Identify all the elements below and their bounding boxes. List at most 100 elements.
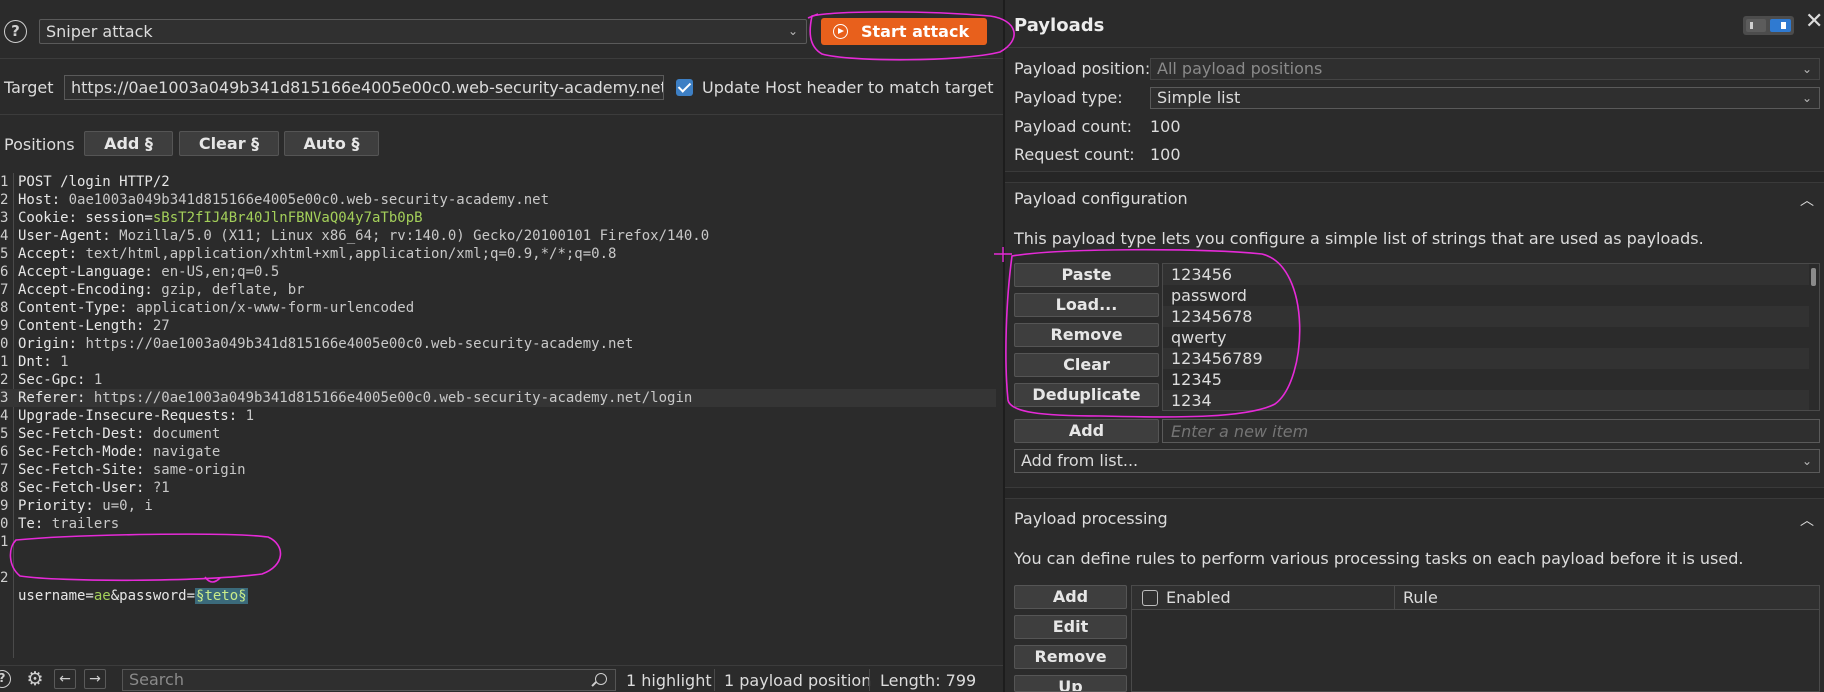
help-icon[interactable]: ? xyxy=(4,20,27,43)
payload-position-marker[interactable]: §teto§ xyxy=(195,588,248,604)
request-line[interactable]: 0 Te: trailers xyxy=(0,515,996,533)
auto-marker-button[interactable]: Auto § xyxy=(284,131,379,156)
remove-button[interactable]: Remove xyxy=(1014,323,1159,347)
list-item[interactable]: 123456789 xyxy=(1163,348,1809,369)
update-host-checkbox[interactable] xyxy=(676,79,693,96)
chevron-up-icon[interactable]: ︿ xyxy=(1800,510,1814,530)
list-item[interactable]: password xyxy=(1163,285,1809,306)
request-line[interactable]: 2 Sec-Gpc: 1 xyxy=(0,371,996,389)
request-line[interactable]: 9 Content-Length: 27 xyxy=(0,317,996,335)
layout-horizontal-icon[interactable] xyxy=(1746,19,1766,32)
request-line[interactable]: 1 Dnt: 1 xyxy=(0,353,996,371)
attack-type-select[interactable]: Sniper attack ⌄ xyxy=(39,19,807,44)
clear-button[interactable]: Clear xyxy=(1014,353,1159,377)
line-number: 6 xyxy=(0,264,9,280)
request-line[interactable]: 6 Sec-Fetch-Mode: navigate xyxy=(0,443,996,461)
request-line[interactable]: 4 User-Agent: Mozilla/5.0 (X11; Linux x86… xyxy=(0,227,996,245)
request-line[interactable]: 0 Origin: https://0ae1003a049b341d815166e… xyxy=(0,335,996,353)
up-rule-button[interactable]: Up xyxy=(1014,675,1127,692)
request-line[interactable]: 7 Accept-Encoding: gzip, deflate, br xyxy=(0,281,996,299)
line-number: 5 xyxy=(0,426,9,442)
request-editor[interactable]: 1 POST /login HTTP/2 2 Host: 0ae1003a049b34… xyxy=(0,173,996,658)
request-line[interactable]: 3 Cookie: session=sBsT2fIJ4Br40JlnFBNVaQ0… xyxy=(0,209,996,227)
cookie-value: sBsT2fIJ4Br40JlnFBNVaQ04y7aTb0pB xyxy=(152,210,423,226)
request-line[interactable]: 9 Priority: u=0, i xyxy=(0,497,996,515)
request-line[interactable]: 6 Accept-Language: en-US,en;q=0.5 xyxy=(0,263,996,281)
new-item-input[interactable] xyxy=(1162,419,1820,443)
help-icon[interactable]: ? xyxy=(0,670,11,688)
line-number: 9 xyxy=(0,318,9,334)
start-attack-label: Start attack xyxy=(861,22,970,41)
request-line[interactable]: 3 Referer: https://0ae1003a049b341d815166… xyxy=(0,389,996,407)
list-item[interactable]: qwerty xyxy=(1163,327,1809,348)
request-line[interactable]: 1 POST /login HTTP/2 xyxy=(0,173,996,191)
payload-position-label: Payload position: xyxy=(1014,59,1151,78)
list-scrollbar[interactable] xyxy=(1811,268,1816,286)
request-line[interactable]: 2 Host: 0ae1003a049b341d815166e4005e00c0.… xyxy=(0,191,996,209)
column-enabled[interactable]: Enabled xyxy=(1166,588,1231,607)
column-rule[interactable]: Rule xyxy=(1403,588,1438,607)
line-number: 6 xyxy=(0,444,9,460)
add-marker-button[interactable]: Add § xyxy=(84,131,173,156)
header-value: trailers xyxy=(43,516,120,532)
attack-type-value: Sniper attack xyxy=(46,22,153,41)
list-item[interactable]: 12345678 xyxy=(1163,306,1809,327)
payload-type-select[interactable]: Simple list ⌄ xyxy=(1150,87,1820,109)
highlight-count: 1 highlight xyxy=(626,671,712,690)
line-text: Sec-Gpc: 1 xyxy=(18,371,102,389)
chevron-up-icon[interactable]: ︿ xyxy=(1800,190,1814,210)
back-arrow-icon[interactable]: ← xyxy=(54,669,76,689)
request-line[interactable]: 8 Content-Type: application/x-www-form-ur… xyxy=(0,299,996,317)
gear-icon[interactable]: ⚙ xyxy=(26,670,44,689)
header-value: document xyxy=(144,426,221,442)
load-button[interactable]: Load... xyxy=(1014,293,1159,317)
start-attack-button[interactable]: Start attack xyxy=(821,18,987,45)
header-value: 1 xyxy=(237,408,255,424)
request-line[interactable]: 4 Upgrade-Insecure-Requests: 1 xyxy=(0,407,996,425)
chevron-down-icon: ⌄ xyxy=(787,24,798,38)
edit-rule-button[interactable]: Edit xyxy=(1014,615,1127,639)
request-line[interactable]: 8 Sec-Fetch-User: ?1 xyxy=(0,479,996,497)
request-line[interactable]: 5 Accept: text/html,application/xhtml+xml… xyxy=(0,245,996,263)
deduplicate-button[interactable]: Deduplicate xyxy=(1014,383,1159,407)
request-count-label: Request count: xyxy=(1014,145,1135,164)
line-number: 1 xyxy=(0,354,9,370)
request-line[interactable]: 1 xyxy=(0,533,996,551)
line-number: 9 xyxy=(0,498,9,514)
line-text: Sec-Fetch-Mode: navigate xyxy=(18,443,220,461)
layout-vertical-icon[interactable] xyxy=(1770,19,1791,32)
payload-position-select[interactable]: All payload positions ⌄ xyxy=(1150,58,1820,80)
header-value: 1 xyxy=(51,354,69,370)
clear-marker-button[interactable]: Clear § xyxy=(179,131,279,156)
request-body-line[interactable]: 2 username=ae&password=§teto§ xyxy=(0,551,996,604)
paste-button[interactable]: Paste xyxy=(1014,263,1159,287)
remove-rule-button[interactable]: Remove xyxy=(1014,645,1127,669)
line-text: Sec-Fetch-User: ?1 xyxy=(18,479,170,497)
line-text: Upgrade-Insecure-Requests: 1 xyxy=(18,407,254,425)
chevron-down-icon: ⌄ xyxy=(1801,91,1812,105)
payload-list[interactable]: 123456 password 12345678 qwerty 12345678… xyxy=(1162,263,1820,411)
header-name: Sec-Fetch-Site: xyxy=(18,462,145,478)
list-item[interactable]: 1234 xyxy=(1163,390,1809,410)
header-name: Content-Type: xyxy=(18,300,128,316)
processing-rules-table[interactable]: Enabled Rule xyxy=(1131,585,1820,692)
forward-arrow-icon[interactable]: → xyxy=(84,669,106,689)
body-username-key: username= xyxy=(18,588,94,604)
request-line[interactable]: 5 Sec-Fetch-Dest: document xyxy=(0,425,996,443)
list-item[interactable]: 12345 xyxy=(1163,369,1809,390)
enabled-checkbox[interactable] xyxy=(1142,590,1158,606)
list-item[interactable]: 123456 xyxy=(1163,264,1809,285)
layout-toggle[interactable] xyxy=(1743,16,1794,35)
target-input[interactable] xyxy=(64,75,664,100)
add-item-button[interactable]: Add xyxy=(1014,419,1159,443)
chevron-down-icon: ⌄ xyxy=(1801,62,1812,76)
search-input[interactable]: Search xyxy=(122,669,616,691)
section-divider xyxy=(1005,487,1824,499)
request-line[interactable]: 7 Sec-Fetch-Site: same-origin xyxy=(0,461,996,479)
line-text: Sec-Fetch-Dest: document xyxy=(18,425,220,443)
add-from-list-select[interactable]: Add from list... ⌄ xyxy=(1014,449,1820,473)
add-rule-button[interactable]: Add xyxy=(1014,585,1127,609)
close-icon[interactable]: ✕ xyxy=(1805,11,1823,33)
body-username-value: ae xyxy=(93,588,111,604)
line-number: 1 xyxy=(0,174,9,190)
